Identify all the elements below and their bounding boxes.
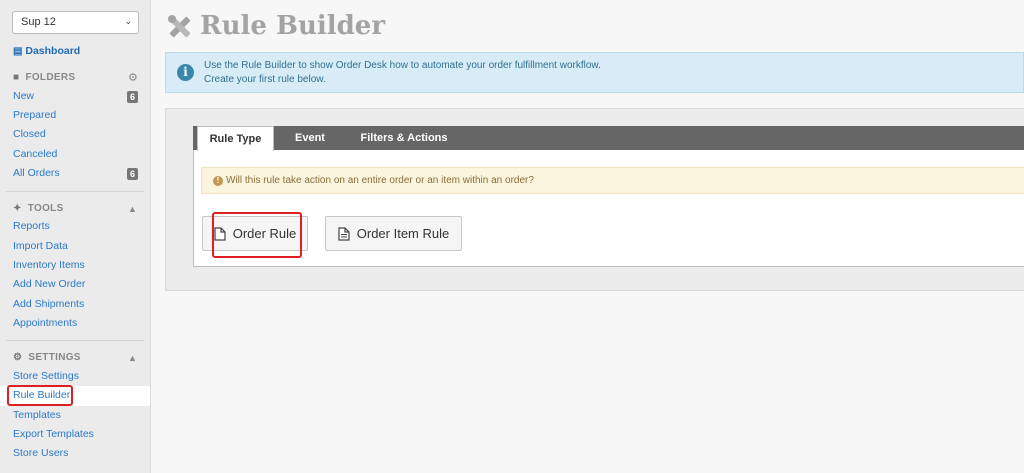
folders-heading-label: FOLDERS: [25, 72, 76, 83]
tab-label: Filters & Actions: [360, 132, 448, 144]
info-icon: i: [177, 64, 194, 81]
count-badge: 6: [127, 168, 138, 180]
sidebar-item-label: Add New Order: [13, 278, 86, 290]
sidebar-item-label: Inventory Items: [13, 259, 85, 271]
sidebar-item-label: Closed: [13, 128, 46, 140]
sidebar-item-reports[interactable]: Reports: [13, 220, 50, 232]
tab-label: Rule Type: [209, 133, 262, 145]
info-line: Use the Rule Builder to show Order Desk …: [204, 60, 601, 71]
wrench-icon: ✦: [13, 203, 22, 214]
file-text-icon: [338, 226, 350, 241]
info-text: Use the Rule Builder to show Order Desk …: [204, 59, 601, 87]
count-badge: 6: [127, 91, 138, 103]
sidebar-item-dashboard[interactable]: ▤ Dashboard: [13, 45, 80, 57]
tab-event[interactable]: Event: [286, 126, 334, 151]
exclamation-icon: !: [213, 176, 223, 186]
store-select-value: Sup 12: [21, 16, 56, 28]
gear-icon[interactable]: ⚙: [128, 71, 138, 84]
question-alert: ! Will this rule take action on an entir…: [201, 167, 1024, 194]
sidebar-item-label: Add Shipments: [13, 298, 85, 310]
sidebar-item-all-orders[interactable]: All Orders: [13, 167, 60, 179]
sidebar-item-label: Store Users: [13, 447, 69, 459]
sidebar-item-prepared[interactable]: Prepared: [13, 109, 56, 121]
sidebar-item-import-data[interactable]: Import Data: [13, 240, 68, 252]
sidebar-item-label: Store Settings: [13, 370, 79, 382]
settings-heading-label: SETTINGS: [28, 352, 81, 363]
sidebar-item-canceled[interactable]: Canceled: [13, 148, 57, 160]
collapse-icon[interactable]: ▲: [128, 204, 137, 214]
sidebar-item-new[interactable]: New: [13, 90, 34, 102]
sidebar-item-appointments[interactable]: Appointments: [13, 317, 77, 329]
chevron-down-icon: ⌄: [124, 16, 132, 26]
tools-heading: ✦ TOOLS: [13, 203, 64, 214]
question-text: Will this rule take action on an entire …: [226, 175, 534, 186]
sidebar-item-label: Reports: [13, 220, 50, 232]
button-label: Order Item Rule: [356, 226, 450, 241]
settings-heading: ⚙ SETTINGS: [13, 352, 81, 363]
highlight-order-rule: [212, 212, 302, 258]
divider: [6, 340, 144, 341]
sidebar-item-label: Canceled: [13, 148, 58, 160]
tools-heading-label: TOOLS: [27, 203, 64, 214]
sidebar-item-closed[interactable]: Closed: [13, 128, 46, 140]
info-line: Create your first rule below.: [204, 74, 326, 85]
highlight-rule-builder: [7, 385, 73, 406]
sidebar-item-store-users[interactable]: Store Users: [13, 447, 68, 459]
folder-icon: ■: [13, 72, 20, 83]
store-select[interactable]: Sup 12 ⌄: [12, 11, 139, 34]
collapse-icon[interactable]: ▲: [128, 353, 137, 363]
sidebar-item-label: New: [13, 90, 35, 102]
sidebar-item-label: Import Data: [13, 240, 68, 252]
folders-heading: ■ FOLDERS: [13, 72, 75, 83]
sidebar-item-label: Templates: [13, 409, 61, 421]
chart-icon: ▤: [13, 46, 23, 57]
info-alert: i Use the Rule Builder to show Order Des…: [165, 52, 1024, 93]
sidebar-item-export-templates[interactable]: Export Templates: [13, 428, 94, 440]
page-title: Rule Builder: [200, 11, 386, 41]
divider: [6, 191, 144, 192]
cog-icon: ⚙: [13, 352, 23, 363]
sidebar-item-add-new-order[interactable]: Add New Order: [13, 278, 85, 290]
order-item-rule-button[interactable]: Order Item Rule: [325, 216, 462, 251]
sidebar-item-label: Appointments: [13, 317, 78, 329]
sidebar-item-label: Export Templates: [13, 428, 94, 440]
tab-filters-actions[interactable]: Filters & Actions: [352, 126, 456, 151]
sidebar-item-label: Prepared: [13, 109, 57, 121]
sidebar: Sup 12 ⌄ ▤ Dashboard ■ FOLDERS ⚙ New 6 P…: [0, 0, 151, 473]
sidebar-item-add-shipments[interactable]: Add Shipments: [13, 298, 84, 310]
tools-icon: [168, 15, 191, 38]
sidebar-item-label: Dashboard: [25, 45, 81, 57]
sidebar-item-inventory-items[interactable]: Inventory Items: [13, 259, 85, 271]
sidebar-item-label: All Orders: [13, 167, 60, 179]
sidebar-item-templates[interactable]: Templates: [13, 409, 61, 421]
tab-label: Event: [295, 132, 325, 144]
tab-rule-type[interactable]: Rule Type: [197, 126, 274, 151]
sidebar-item-store-settings[interactable]: Store Settings: [13, 370, 79, 382]
